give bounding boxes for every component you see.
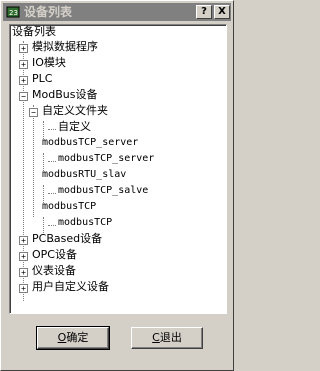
- expand-icon[interactable]: +: [19, 268, 28, 277]
- title-bar[interactable]: 23 设备列表 ? X: [3, 3, 231, 21]
- exit-button[interactable]: C退出: [131, 327, 203, 349]
- tree-item-io-module[interactable]: IO模块: [32, 56, 66, 70]
- close-button[interactable]: X: [214, 5, 230, 19]
- ok-button[interactable]: O确定: [36, 326, 110, 350]
- tree-item-custom[interactable]: 自定义: [58, 120, 91, 134]
- tree-line: [48, 193, 56, 194]
- tree-item-modbustcp-salve[interactable]: modbusTCP_salve: [58, 184, 148, 198]
- ok-label: 确定: [66, 331, 89, 344]
- exit-mnemonic: C: [152, 331, 160, 344]
- help-button[interactable]: ?: [196, 5, 212, 19]
- tree-line: [48, 225, 56, 226]
- tree-item-sim-data[interactable]: 模拟数据程序: [32, 40, 98, 54]
- expand-icon[interactable]: +: [19, 44, 28, 53]
- tree-item-custom-folder[interactable]: 自定义文件夹: [42, 104, 108, 118]
- tree-item-user-defined[interactable]: 用户自定义设备: [32, 280, 109, 294]
- expand-icon[interactable]: +: [19, 236, 28, 245]
- tree-item-plc[interactable]: PLC: [32, 72, 52, 86]
- tree-item-modbustcp[interactable]: modbusTCP: [58, 216, 112, 230]
- tree-line: [48, 129, 56, 130]
- tree-item-modbustcp-group[interactable]: modbusTCP: [42, 200, 96, 214]
- device-list-window: 23 设备列表 ? X 设备列表 + 模拟数据程序 + IO模块 + PLC −…: [0, 0, 234, 371]
- tree-item-modbustcp-server-group[interactable]: modbusTCP_server: [42, 136, 138, 150]
- tree-item-pcbased[interactable]: PCBased设备: [32, 232, 102, 246]
- expand-icon[interactable]: +: [19, 252, 28, 261]
- tree-item-modbustcp-server[interactable]: modbusTCP_server: [58, 152, 154, 166]
- svg-text:23: 23: [9, 9, 18, 17]
- tree-item-instrument[interactable]: 仪表设备: [32, 264, 76, 278]
- tree-item-modbus[interactable]: ModBus设备: [32, 88, 97, 102]
- expand-icon[interactable]: +: [19, 60, 28, 69]
- tree-item-opc[interactable]: OPC设备: [32, 248, 77, 262]
- device-tree[interactable]: 设备列表 + 模拟数据程序 + IO模块 + PLC − ModBus设备 − …: [9, 24, 227, 314]
- exit-label: 退出: [159, 331, 182, 344]
- tree-item-modbusrtu-slav[interactable]: modbusRTU_slav: [42, 168, 126, 182]
- tree-line: [48, 161, 56, 162]
- window-title: 设备列表: [24, 5, 73, 19]
- expand-icon[interactable]: +: [19, 76, 28, 85]
- tree-line: [33, 105, 34, 217]
- app-icon: 23: [6, 6, 20, 18]
- collapse-icon[interactable]: −: [19, 92, 28, 101]
- expand-icon[interactable]: +: [19, 284, 28, 293]
- collapse-icon[interactable]: −: [29, 108, 38, 117]
- tree-root[interactable]: 设备列表: [12, 25, 56, 39]
